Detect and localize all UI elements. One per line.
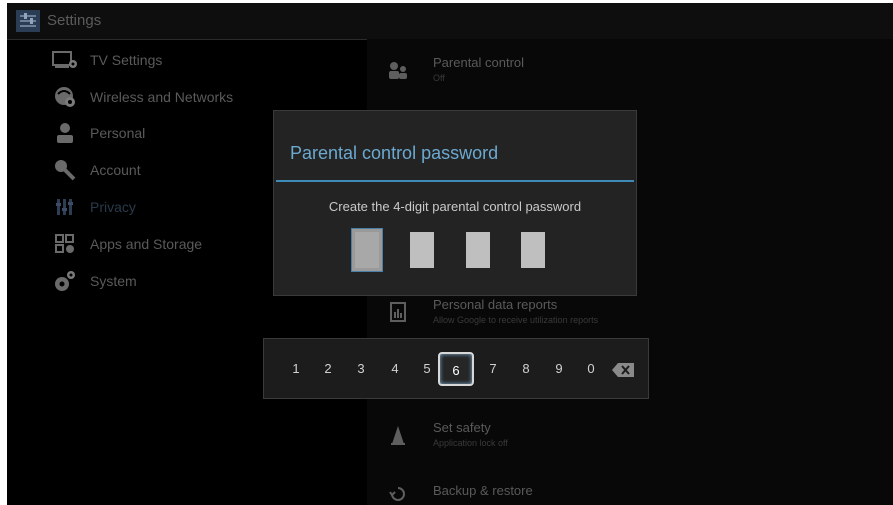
backspace-icon bbox=[612, 362, 634, 377]
menu-item-label: Apps and Storage bbox=[90, 236, 203, 252]
menu-item-label: TV Settings bbox=[90, 52, 163, 68]
key-3[interactable]: 3 bbox=[350, 357, 372, 381]
setting-title: Backup & restore bbox=[433, 483, 533, 498]
key-7[interactable]: 7 bbox=[482, 357, 504, 381]
key-9[interactable]: 9 bbox=[548, 357, 570, 381]
setting-personal-data-reports[interactable]: Personal data reports Allow Google to re… bbox=[387, 297, 598, 327]
setting-set-safety[interactable]: Set safety Application lock off bbox=[387, 420, 508, 450]
tv-settings-icon bbox=[52, 49, 78, 71]
key-1[interactable]: 1 bbox=[285, 357, 307, 381]
tv-screen: Settings TV Settings Wireless and Networ… bbox=[7, 3, 893, 505]
menu-item-wireless-networks[interactable]: Wireless and Networks bbox=[52, 82, 352, 112]
setting-parental-control[interactable]: Parental control Off bbox=[387, 55, 524, 85]
key-5[interactable]: 5 bbox=[416, 357, 438, 381]
privacy-icon bbox=[52, 196, 78, 218]
apps-icon bbox=[52, 233, 78, 255]
setting-backup-restore[interactable]: Backup & restore bbox=[387, 483, 533, 505]
key-6[interactable]: 6 bbox=[438, 352, 474, 386]
report-icon bbox=[390, 302, 406, 322]
parental-icon bbox=[389, 62, 407, 79]
menu-item-label: Wireless and Networks bbox=[90, 89, 234, 105]
key-2[interactable]: 2 bbox=[317, 357, 339, 381]
person-icon bbox=[52, 122, 78, 144]
menu-item-label: Privacy bbox=[90, 199, 136, 215]
menu-item-tv-settings[interactable]: TV Settings bbox=[52, 45, 352, 75]
setting-subtitle: Allow Google to receive utilization repo… bbox=[433, 315, 599, 325]
setting-subtitle: Off bbox=[433, 73, 445, 83]
key-8[interactable]: 8 bbox=[515, 357, 537, 381]
dialog-title: Parental control password bbox=[290, 143, 499, 163]
dialog-divider bbox=[276, 180, 634, 182]
backspace-key[interactable] bbox=[610, 357, 636, 381]
menu-item-label: System bbox=[90, 273, 137, 289]
pin-digit-field-4[interactable] bbox=[521, 232, 545, 268]
number-keypad: 1 2 3 4 5 6 7 8 9 0 bbox=[263, 338, 649, 399]
key-0[interactable]: 0 bbox=[580, 357, 602, 381]
setting-title: Parental control bbox=[433, 55, 525, 70]
setting-subtitle: Application lock off bbox=[433, 438, 508, 448]
header-bar: Settings bbox=[7, 3, 893, 40]
menu-item-label: Personal bbox=[90, 125, 146, 141]
key-4[interactable]: 4 bbox=[384, 357, 406, 381]
safety-icon bbox=[391, 426, 405, 445]
pin-digit-field-2[interactable] bbox=[410, 232, 434, 268]
dialog-prompt: Create the 4-digit parental control pass… bbox=[328, 199, 582, 214]
pin-digit-field-3[interactable] bbox=[466, 232, 490, 268]
key-icon bbox=[52, 159, 78, 181]
pin-digit-field-1[interactable] bbox=[351, 228, 383, 272]
gears-icon bbox=[52, 270, 78, 292]
network-icon bbox=[52, 86, 78, 108]
menu-item-label: Account bbox=[90, 162, 141, 178]
setting-title: Personal data reports bbox=[433, 297, 558, 312]
settings-app-icon bbox=[16, 10, 40, 32]
password-dialog: Parental control password Create the 4-d… bbox=[273, 110, 637, 296]
setting-title: Set safety bbox=[433, 420, 491, 435]
page-title: Settings bbox=[47, 12, 102, 29]
backup-icon bbox=[389, 487, 405, 501]
